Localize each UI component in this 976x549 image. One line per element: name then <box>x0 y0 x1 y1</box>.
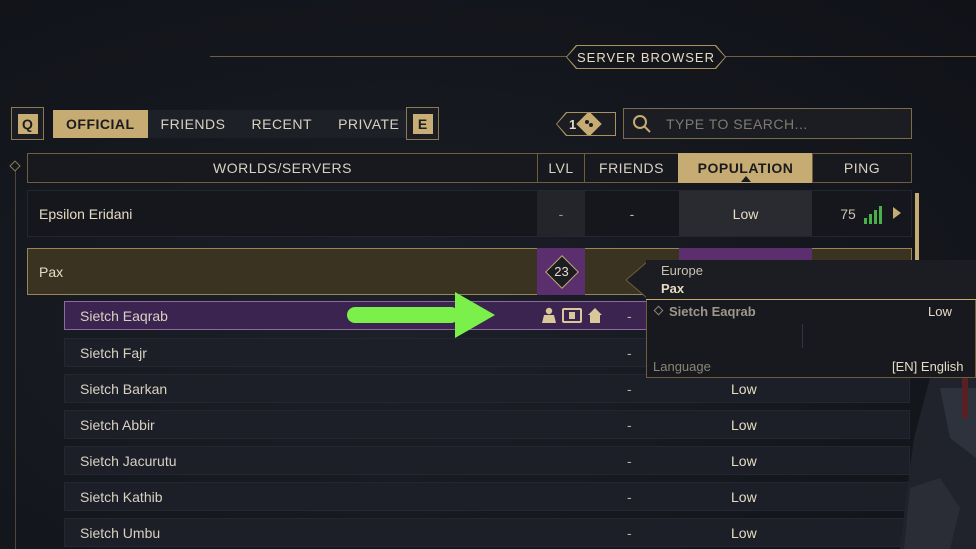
server-friends: - <box>627 452 632 469</box>
tab-bar: OFFICIAL FRIENDS RECENT PRIVATE <box>53 110 413 138</box>
tab-official[interactable]: OFFICIAL <box>53 110 148 138</box>
sort-caret-icon <box>741 176 751 182</box>
server-population: Low <box>731 488 757 505</box>
server-name: Sietch Umbu <box>80 524 161 541</box>
server-row[interactable]: Sietch Barkan - Low <box>64 374 910 403</box>
id-card-icon <box>562 308 582 323</box>
world-friends: - <box>629 205 635 222</box>
tooltip-population: Low <box>928 304 952 319</box>
e-key-label: E <box>412 113 433 134</box>
server-population: Low <box>731 452 757 469</box>
player-icon <box>542 307 556 323</box>
server-name: Sietch Kathib <box>80 488 163 505</box>
server-name: Sietch Barkan <box>80 380 168 397</box>
col-header-population[interactable]: POPULATION <box>678 153 813 183</box>
tree-guide-line <box>15 168 16 549</box>
green-arrow-icon <box>347 292 495 338</box>
col-header-population-label: POPULATION <box>697 160 794 176</box>
tab-private[interactable]: PRIVATE <box>325 110 412 138</box>
signal-strength-icon <box>864 206 882 224</box>
server-name: Sietch Abbir <box>80 416 155 433</box>
world-name: Pax <box>39 263 64 280</box>
search-icon <box>633 114 651 133</box>
server-friends: - <box>627 307 632 324</box>
col-header-lvl[interactable]: LVL <box>537 153 585 183</box>
page-title: SERVER BROWSER <box>567 46 725 68</box>
tab-recent[interactable]: RECENT <box>239 110 326 138</box>
tooltip-language-label: Language <box>653 359 711 374</box>
world-row-epsilon-eridani[interactable]: Epsilon Eridani - - Low 75 <box>27 190 912 237</box>
server-population: Low <box>731 380 757 397</box>
server-friends: - <box>627 488 632 505</box>
server-row[interactable]: Sietch Kathib - Low <box>64 482 910 511</box>
expand-arrow-icon[interactable] <box>893 207 901 219</box>
next-tab-key[interactable]: E <box>406 107 439 140</box>
world-ping: 75 <box>840 205 856 222</box>
prev-tab-key[interactable]: Q <box>11 107 44 140</box>
server-friends: - <box>627 380 632 397</box>
world-lvl: - <box>537 191 585 236</box>
tooltip-language-value: [EN] English <box>892 359 964 374</box>
tab-friends[interactable]: FRIENDS <box>148 110 239 138</box>
party-count: 1 <box>569 116 577 132</box>
col-header-worlds[interactable]: WORLDS/SERVERS <box>27 153 538 183</box>
server-row[interactable]: Sietch Abbir - Low <box>64 410 910 439</box>
party-counter[interactable]: 1 <box>557 113 615 135</box>
server-name: Sietch Jacurutu <box>80 452 177 469</box>
level-badge: 23 <box>544 254 579 289</box>
server-population: Low <box>731 416 757 433</box>
people-icon <box>576 113 602 135</box>
search-box[interactable] <box>623 108 912 139</box>
tooltip-region: Europe <box>661 263 703 278</box>
col-header-ping[interactable]: PING <box>812 153 912 183</box>
server-row[interactable]: Sietch Umbu - Low <box>64 518 910 547</box>
server-name: Sietch Fajr <box>80 344 147 361</box>
home-icon <box>588 308 602 323</box>
server-name: Sietch Eaqrab <box>80 307 168 324</box>
tooltip-pointer <box>626 262 648 298</box>
world-population: Low <box>679 191 812 236</box>
col-header-friends[interactable]: FRIENDS <box>584 153 679 183</box>
search-input[interactable] <box>664 114 898 133</box>
server-population: Low <box>731 524 757 541</box>
scrollbar-thumb[interactable] <box>915 193 919 261</box>
server-friends: - <box>627 416 632 433</box>
character-portrait <box>900 378 976 549</box>
tooltip-world: Pax <box>661 281 685 296</box>
server-row[interactable]: Sietch Jacurutu - Low <box>64 446 910 475</box>
server-friends: - <box>627 524 632 541</box>
q-key-label: Q <box>17 113 38 134</box>
world-name: Epsilon Eridani <box>39 205 133 222</box>
tooltip-divider <box>802 324 803 348</box>
tree-guide-diamond-icon <box>9 160 21 172</box>
tooltip-server: Sietch Eaqrab <box>669 304 756 319</box>
level-badge-value: 23 <box>554 264 569 279</box>
server-friends: - <box>627 344 632 361</box>
